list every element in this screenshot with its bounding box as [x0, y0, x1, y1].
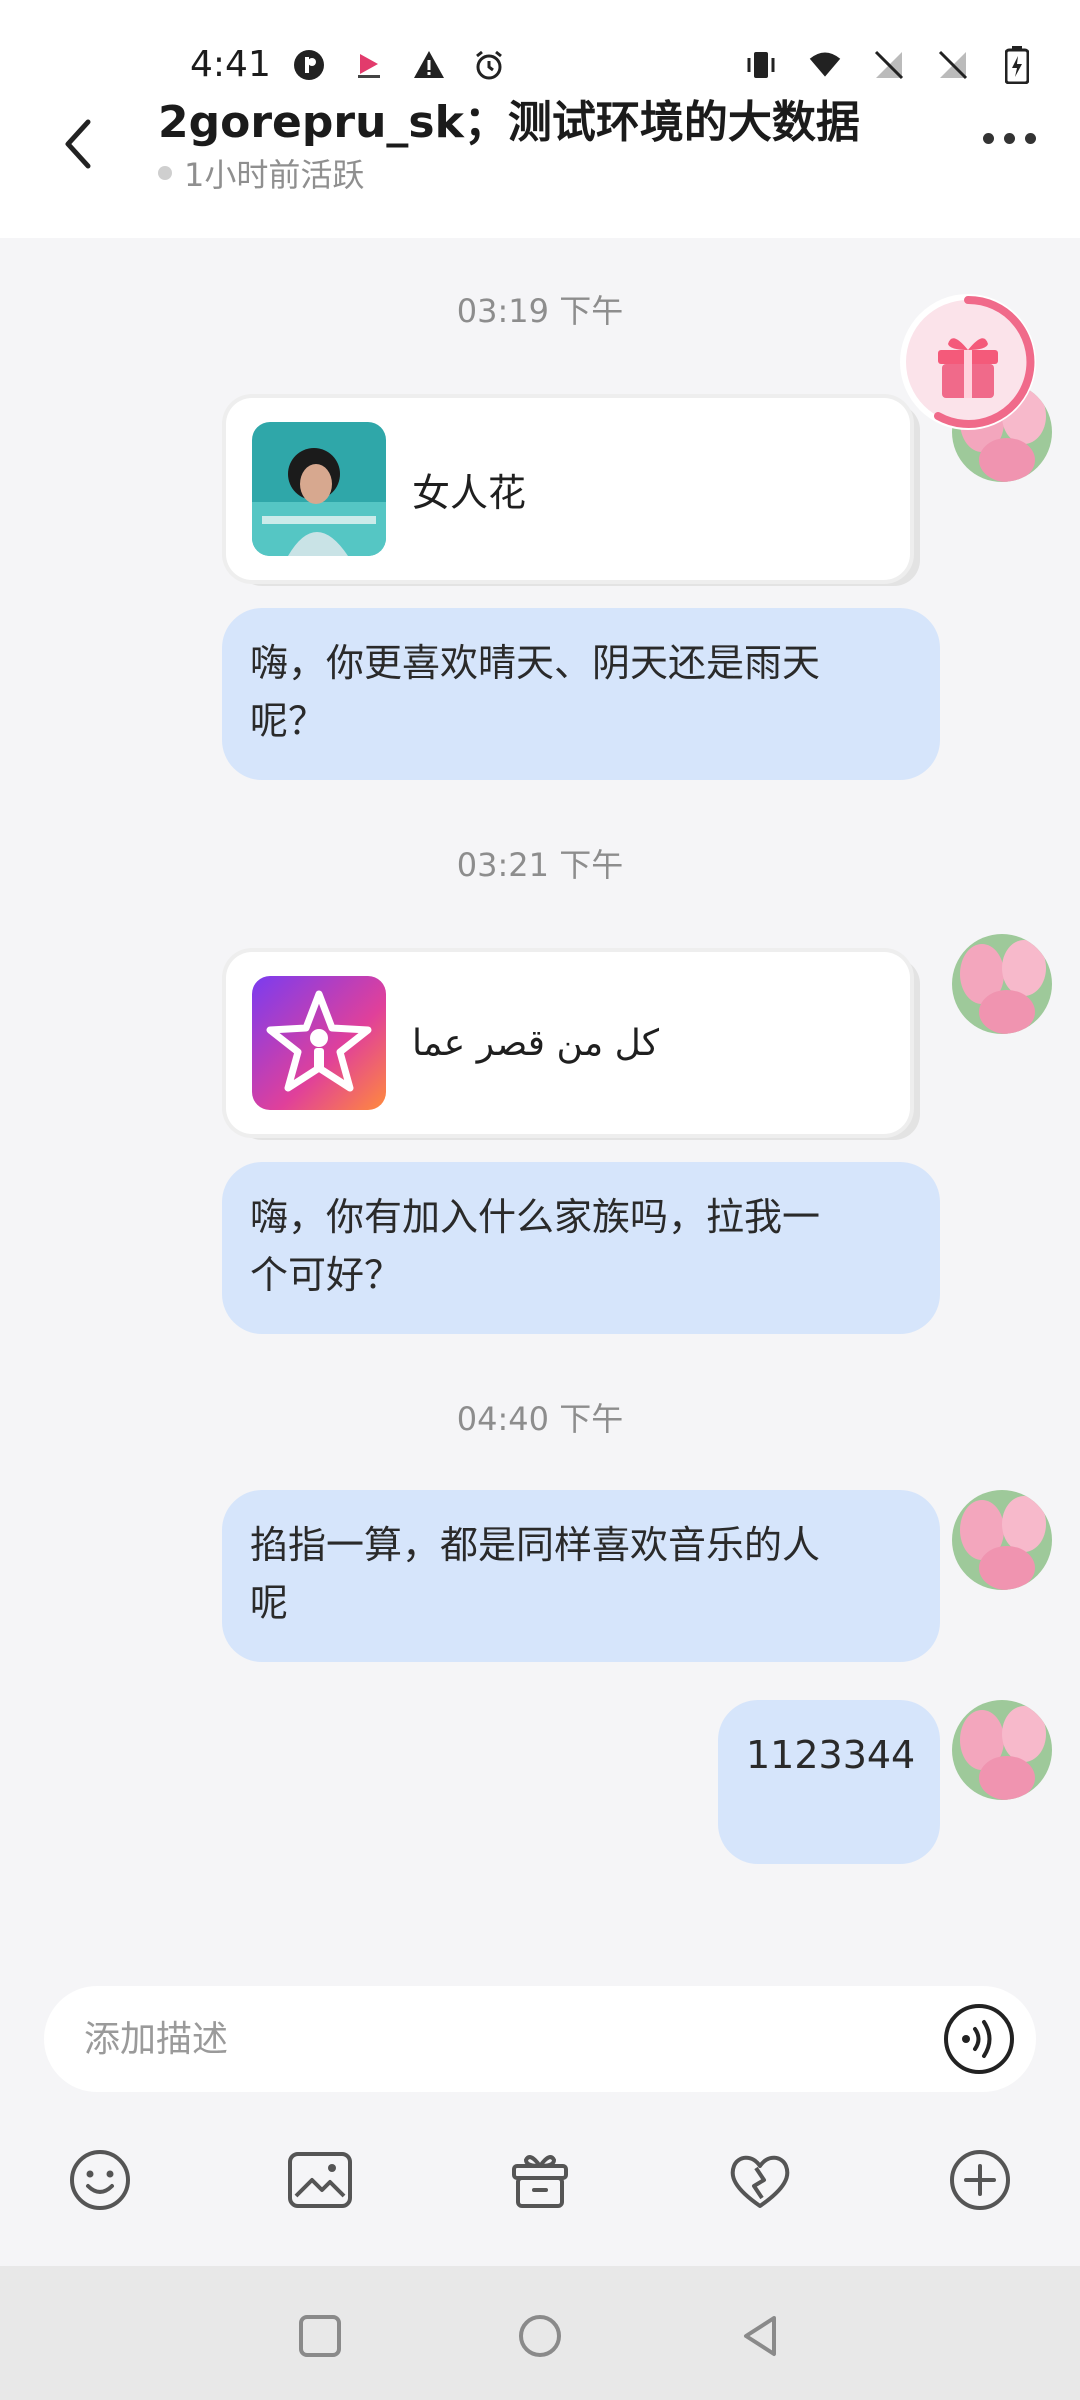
- image-icon: [288, 2152, 352, 2208]
- gift-icon: [512, 2155, 568, 2208]
- message-line: 嗨，你更喜欢晴天、阴天还是雨天: [250, 641, 821, 685]
- status-time: 4:41: [190, 44, 271, 85]
- message-input[interactable]: [84, 1986, 924, 2092]
- status-bar: 4:41: [0, 0, 1080, 100]
- composer-toolbar: [0, 2124, 1080, 2234]
- emoji-icon: [70, 2150, 130, 2210]
- status-dot: [158, 166, 172, 180]
- no-signal-icon: [872, 48, 906, 82]
- message-bubble[interactable]: 嗨，你更喜欢晴天、阴天还是雨天 呢？: [222, 608, 940, 780]
- timestamp: 03:21 下午: [456, 846, 624, 884]
- chevron-left-icon: [65, 119, 91, 169]
- top-bar: 4:41 2gorepru_sk；测试环境的大数据 1小时前活跃: [0, 0, 1080, 238]
- back-button[interactable]: [50, 108, 110, 178]
- square-icon: [299, 2315, 341, 2357]
- wifi-icon: [808, 48, 842, 82]
- message-line: 掐指一算，都是同样喜欢音乐的人: [250, 1523, 821, 1567]
- avatar[interactable]: [952, 1490, 1052, 1590]
- more-dot: [982, 132, 994, 144]
- message-line: 个可好？: [250, 1253, 403, 1297]
- recents-button[interactable]: [290, 2306, 350, 2366]
- album-cover-image: [252, 422, 386, 556]
- song-share-card[interactable]: كل من قصر عما: [226, 952, 910, 1134]
- heart-icon: [730, 2155, 790, 2208]
- more-options-button[interactable]: [974, 118, 1044, 158]
- image-button[interactable]: [280, 2140, 360, 2220]
- message-composer: [44, 1986, 1036, 2092]
- message-line: 1123344: [746, 1733, 916, 1777]
- message-bubble[interactable]: 嗨，你有加入什么家族吗，拉我一 个可好？: [222, 1162, 940, 1334]
- triangle-back-icon: [744, 2316, 776, 2356]
- battery-icon: [1000, 46, 1034, 84]
- circle-icon: [519, 2315, 561, 2357]
- more-dot: [1024, 132, 1036, 144]
- alarm-icon: [472, 48, 506, 82]
- avatar[interactable]: [952, 1700, 1052, 1800]
- no-signal-icon-2: [936, 48, 970, 82]
- active-status-text: 1小时前活跃: [184, 156, 365, 194]
- voice-icon: [944, 2004, 1014, 2074]
- message-line: 呢: [250, 1581, 289, 1625]
- home-button[interactable]: [510, 2306, 570, 2366]
- more-dot: [1003, 132, 1015, 144]
- vibrate-icon: [744, 48, 778, 82]
- song-title: كل من قصر عما: [412, 1022, 659, 1064]
- gift-icon: [906, 295, 1035, 428]
- more-actions-button[interactable]: [940, 2140, 1020, 2220]
- back-nav-button[interactable]: [730, 2306, 790, 2366]
- app-p-icon: [292, 48, 326, 82]
- song-share-card[interactable]: 女人花: [226, 398, 910, 580]
- system-icons: [744, 46, 1034, 84]
- message-line: 呢？: [250, 699, 327, 743]
- avatar[interactable]: [952, 934, 1052, 1034]
- voice-button[interactable]: [942, 2002, 1016, 2076]
- message-line: 嗨，你有加入什么家族吗，拉我一: [250, 1195, 821, 1239]
- song-title: 女人花: [412, 470, 527, 515]
- message-bubble[interactable]: 1123344: [718, 1700, 940, 1864]
- gift-send-button[interactable]: [500, 2140, 580, 2220]
- plus-icon: [950, 2150, 1010, 2210]
- starmaker-logo-image: [252, 976, 386, 1110]
- notification-icons: [292, 48, 506, 82]
- warning-icon: [412, 48, 446, 82]
- chat-title: 2gorepru_sk；测试环境的大数据: [158, 97, 860, 148]
- active-status: 1小时前活跃: [158, 150, 364, 196]
- emoji-button[interactable]: [60, 2140, 140, 2220]
- gift-button[interactable]: [900, 294, 1036, 430]
- heart-button[interactable]: [720, 2140, 800, 2220]
- system-nav-bar: [0, 2266, 1080, 2400]
- message-bubble[interactable]: 掐指一算，都是同样喜欢音乐的人 呢: [222, 1490, 940, 1662]
- app-logo-icon: [352, 48, 386, 82]
- timestamp: 04:40 下午: [456, 1400, 624, 1438]
